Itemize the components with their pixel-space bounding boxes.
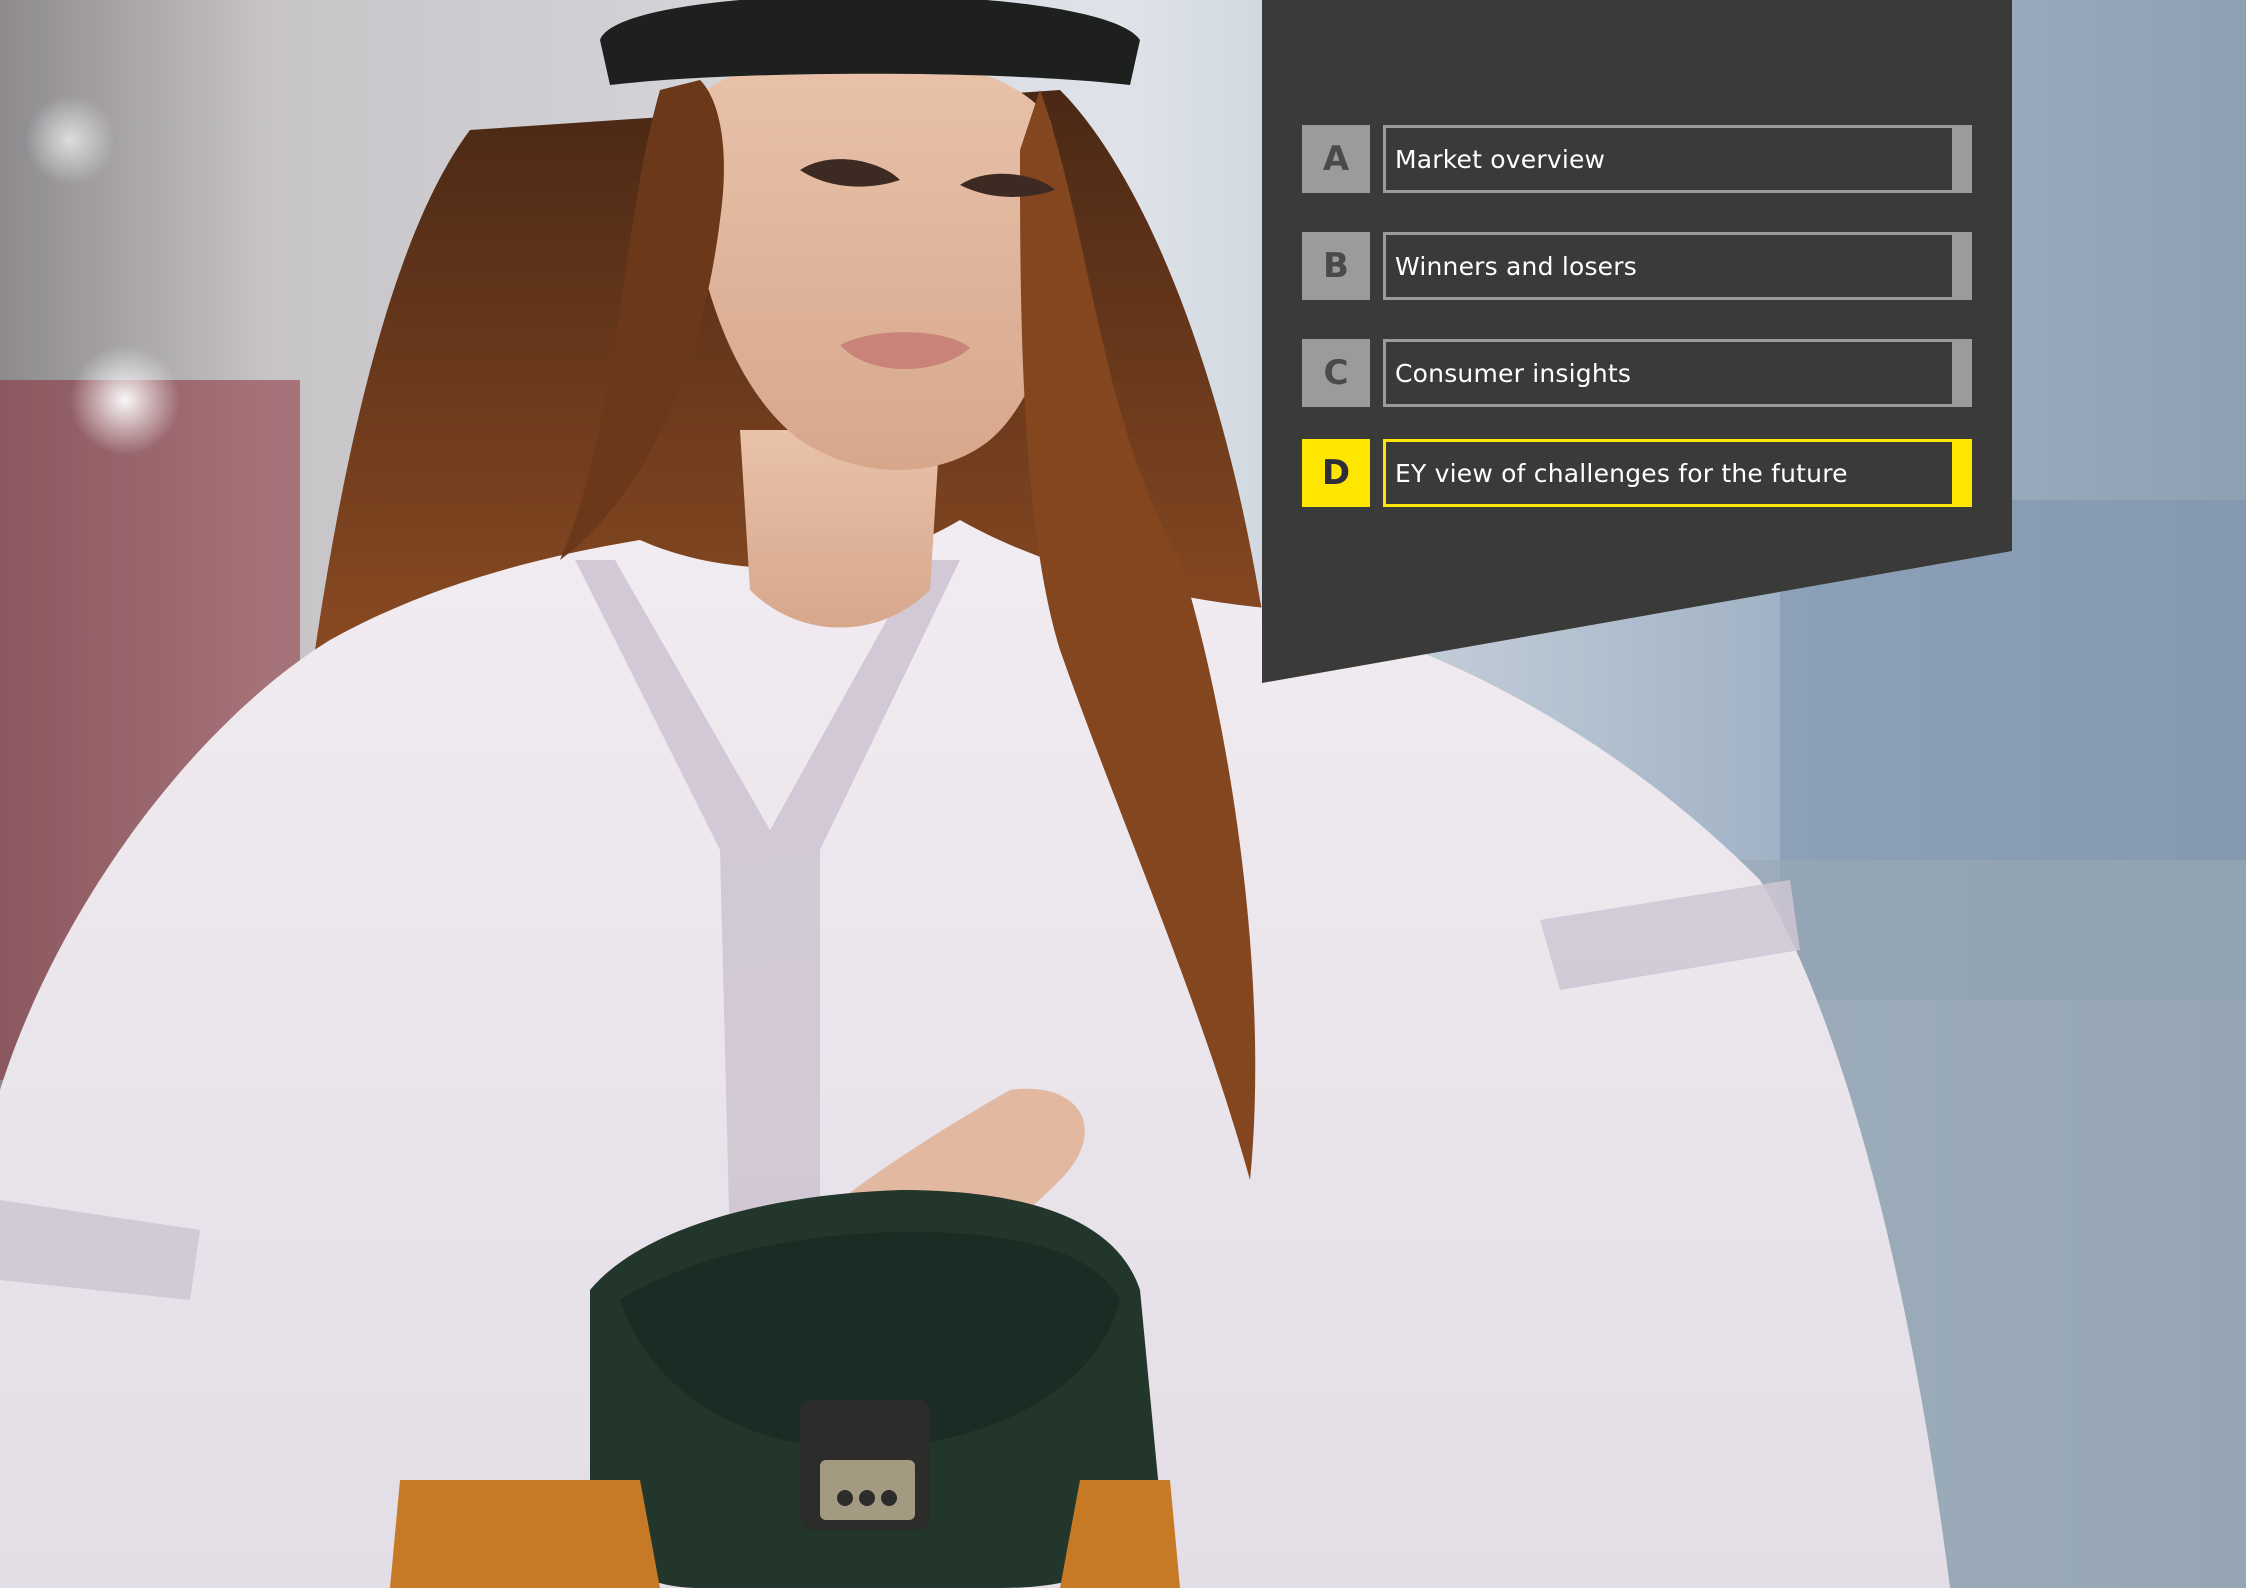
- section-label: Winners and losers: [1395, 251, 1637, 281]
- section-label-box: Consumer insights: [1383, 339, 1972, 407]
- nav-item-c[interactable]: C Consumer insights: [1302, 339, 1972, 407]
- page: A Market overview B Winners and losers C…: [0, 0, 2246, 1588]
- section-label: Market overview: [1395, 144, 1606, 174]
- nav-item-d[interactable]: D EY view of challenges for the future: [1302, 439, 1972, 507]
- section-letter: C: [1302, 339, 1370, 407]
- nav-item-a[interactable]: A Market overview: [1302, 125, 1972, 193]
- section-label-box: Winners and losers: [1383, 232, 1972, 300]
- section-letter: A: [1302, 125, 1370, 193]
- section-label: Consumer insights: [1395, 358, 1632, 388]
- section-letter: D: [1302, 439, 1370, 507]
- section-label-box: Market overview: [1383, 125, 1972, 193]
- section-tab-marker: [1952, 442, 1969, 504]
- section-letter: B: [1302, 232, 1370, 300]
- nav-item-b[interactable]: B Winners and losers: [1302, 232, 1972, 300]
- section-tab-marker: [1952, 128, 1969, 190]
- section-label: EY view of challenges for the future: [1395, 458, 1848, 488]
- section-tab-marker: [1952, 235, 1969, 297]
- section-tab-marker: [1952, 342, 1969, 404]
- section-label-box: EY view of challenges for the future: [1383, 439, 1972, 507]
